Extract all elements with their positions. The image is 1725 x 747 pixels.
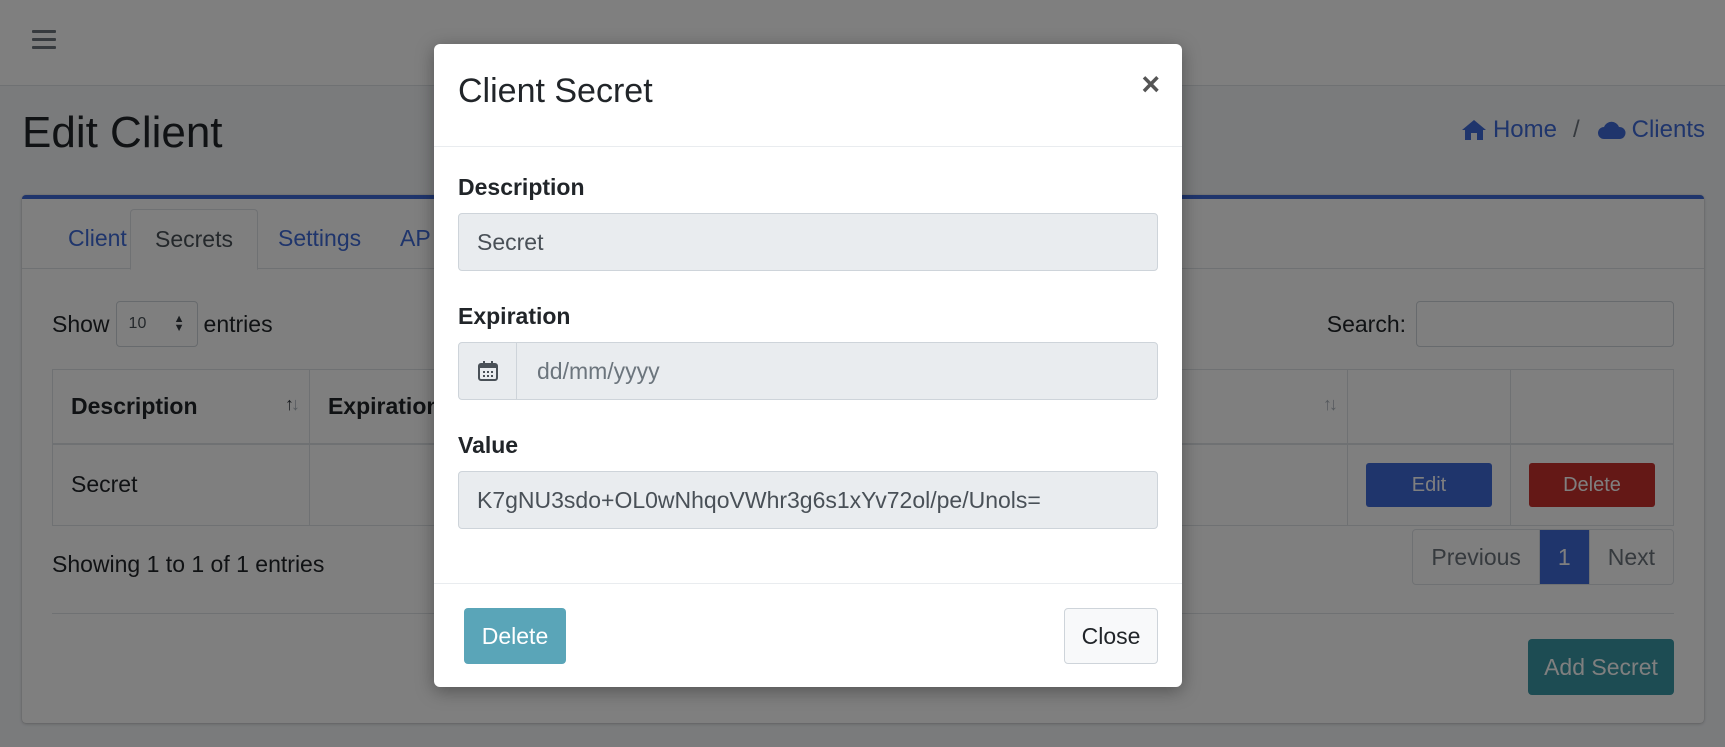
description-field[interactable]: Secret [458, 213, 1158, 271]
modal-footer: Delete Close [434, 583, 1182, 687]
modal-header: Client Secret × [434, 44, 1182, 147]
expiration-field[interactable]: dd/mm/yyyy [458, 342, 1158, 400]
client-secret-modal: Client Secret × Description Secret Expir… [434, 44, 1182, 687]
value-label: Value [458, 432, 519, 458]
value-field[interactable]: K7gNU3sdo+OL0wNhqoVWhr3g6s1xYv72ol/pe/Un… [458, 471, 1158, 529]
modal-delete-button[interactable]: Delete [464, 608, 566, 664]
modal-title: Client Secret [458, 72, 653, 110]
expiration-label: Expiration [458, 303, 571, 329]
calendar-icon[interactable] [459, 343, 517, 399]
modal-close-button[interactable]: Close [1064, 608, 1158, 664]
close-icon[interactable]: × [1141, 68, 1160, 100]
modal-body: Description Secret Expiration dd/mm/yyyy… [434, 147, 1182, 583]
expiration-input[interactable]: dd/mm/yyyy [517, 343, 680, 399]
description-label: Description [458, 174, 585, 200]
